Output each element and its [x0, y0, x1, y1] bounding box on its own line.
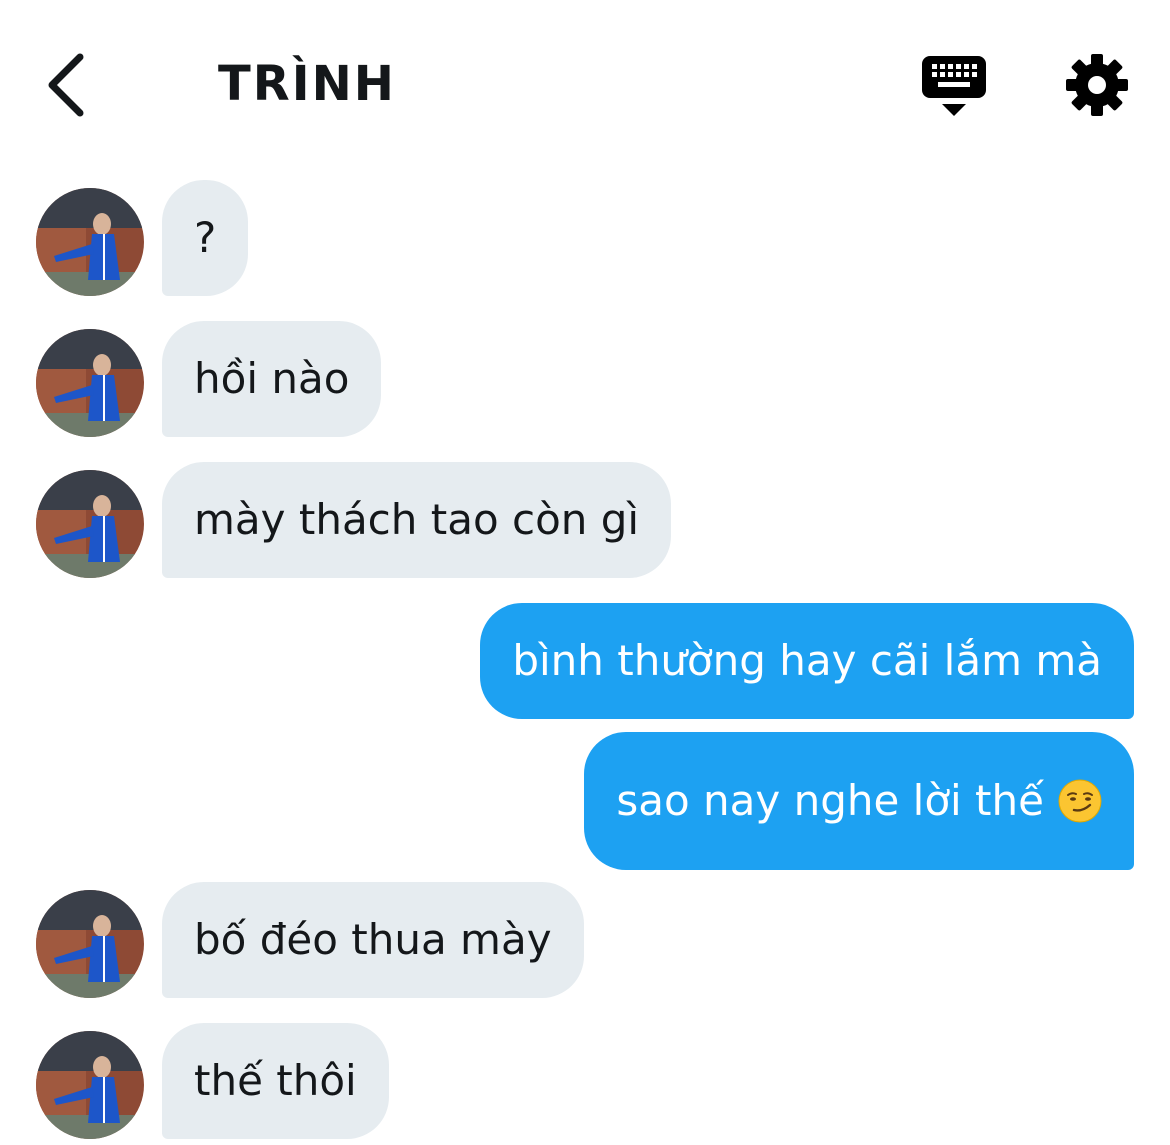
- conversation-title: TRÌNH: [218, 56, 396, 112]
- avatar-photo-icon: [36, 890, 144, 998]
- message-text: sao nay nghe lời thế: [616, 776, 1044, 825]
- keyboard-icon: [922, 56, 986, 116]
- avatar[interactable]: [36, 188, 144, 296]
- avatar-photo-icon: [36, 1031, 144, 1139]
- keyboard-button[interactable]: [918, 52, 990, 122]
- chevron-left-icon: [48, 53, 84, 117]
- smirk-emoji-icon: [1058, 779, 1102, 822]
- avatar-photo-icon: [36, 329, 144, 437]
- message-bubble-outgoing[interactable]: sao nay nghe lời thế: [584, 732, 1134, 870]
- message-bubble-incoming[interactable]: bố đéo thua mày: [162, 882, 584, 998]
- avatar[interactable]: [36, 329, 144, 437]
- message-bubble-outgoing[interactable]: bình thường hay cãi lắm mà: [480, 603, 1134, 719]
- avatar[interactable]: [36, 470, 144, 578]
- chat-header: TRÌNH: [0, 0, 1170, 170]
- message-bubble-incoming[interactable]: mày thách tao còn gì: [162, 462, 672, 578]
- avatar[interactable]: [36, 1031, 144, 1139]
- avatar-photo-icon: [36, 188, 144, 296]
- gear-icon: [1066, 54, 1128, 116]
- message-bubble-incoming[interactable]: thế thôi: [162, 1023, 389, 1139]
- chat-screen: TRÌNH ? hồi nào mày thách tao còn gì bìn…: [0, 0, 1170, 1145]
- back-button[interactable]: [30, 45, 100, 125]
- avatar[interactable]: [36, 890, 144, 998]
- message-bubble-incoming[interactable]: hồi nào: [162, 321, 382, 437]
- avatar-photo-icon: [36, 470, 144, 578]
- message-bubble-incoming[interactable]: ?: [162, 180, 249, 296]
- settings-button[interactable]: [1064, 52, 1130, 118]
